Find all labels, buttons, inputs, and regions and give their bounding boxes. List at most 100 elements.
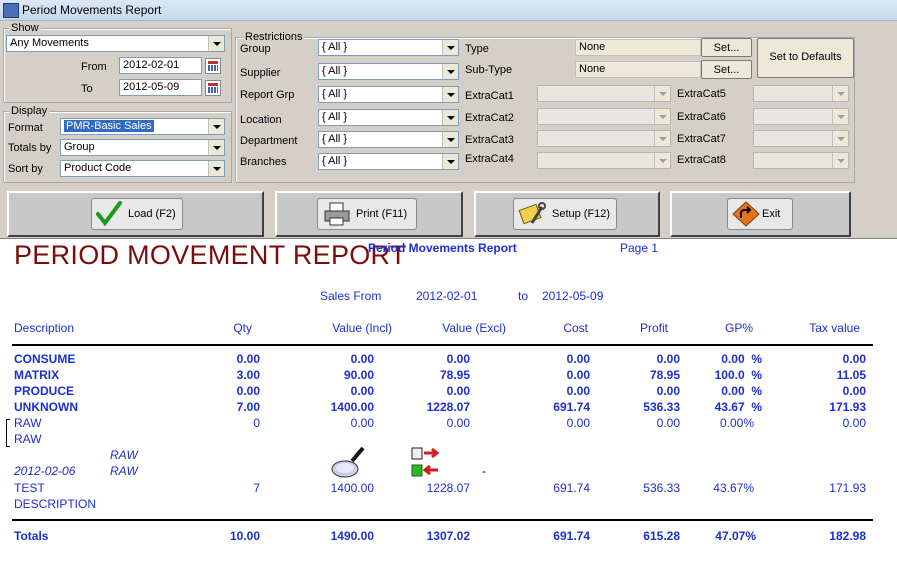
col-header-qty: Qty: [233, 321, 252, 335]
chevron-down-icon[interactable]: [832, 86, 848, 101]
group-label: Group: [240, 43, 271, 55]
transfer-arrows-icon[interactable]: [410, 446, 442, 480]
chevron-down-icon[interactable]: [208, 140, 224, 155]
to-date-field[interactable]: 2012-05-09: [119, 79, 202, 96]
chevron-down-icon[interactable]: [442, 110, 458, 125]
from-date-field[interactable]: 2012-02-01: [119, 57, 202, 74]
row-description: MATRIX: [14, 368, 60, 382]
row-gp: 0.00 %: [721, 352, 762, 366]
chevron-down-icon[interactable]: [208, 161, 224, 176]
totals-by-select[interactable]: Group: [60, 139, 225, 156]
sales-to-label: to: [518, 289, 529, 303]
extracat5-select[interactable]: [753, 85, 849, 102]
print-button[interactable]: Print (F11): [317, 198, 417, 230]
totals-gp: 47.07%: [715, 529, 756, 543]
row-value-excl: 0.00: [446, 352, 470, 366]
setup-panel: Setup (F12): [474, 191, 660, 237]
setup-button[interactable]: Setup (F12): [513, 198, 617, 230]
row-qty: 3.00: [236, 368, 260, 382]
load-button[interactable]: Load (F2): [91, 198, 183, 230]
setup-label: Setup (F12): [552, 208, 611, 220]
chevron-down-icon[interactable]: [442, 87, 458, 102]
col-header-cost: Cost: [563, 321, 588, 335]
extracat2-label: ExtraCat2: [465, 112, 514, 124]
totals-value-incl: 1490.00: [330, 529, 374, 543]
row-value-excl: 1228.07: [426, 400, 470, 414]
row-tax: 11.05: [836, 368, 866, 382]
row-value-excl: 0.00: [446, 384, 470, 398]
load-panel: Load (F2): [7, 191, 264, 237]
raw-line2: RAW: [14, 432, 42, 446]
row-gp: 100.0 %: [714, 368, 762, 382]
chevron-down-icon[interactable]: [442, 40, 458, 55]
extracat3-select[interactable]: [537, 130, 671, 147]
exit-sign-icon: [732, 201, 760, 227]
chevron-down-icon[interactable]: [654, 86, 670, 101]
type-set-button[interactable]: Set...: [701, 38, 752, 57]
extracat2-select[interactable]: [537, 108, 671, 125]
chevron-down-icon[interactable]: [654, 131, 670, 146]
chevron-down-icon[interactable]: [442, 154, 458, 169]
show-legend: Show: [9, 22, 41, 34]
sub-type-label: Sub-Type: [465, 64, 513, 76]
movement-type-select[interactable]: Any Movements: [6, 35, 225, 52]
row-gp: 0.00 %: [721, 384, 762, 398]
row-value-incl: 0.00: [350, 352, 374, 366]
extracat1-label: ExtraCat1: [465, 90, 514, 102]
location-value: { All }: [322, 111, 348, 123]
extracat6-label: ExtraCat6: [677, 111, 726, 123]
supplier-select[interactable]: { All }: [318, 63, 459, 80]
format-select[interactable]: PMR-Basic Sales: [60, 118, 225, 135]
extracat1-select[interactable]: [537, 85, 671, 102]
app-icon: [3, 3, 19, 18]
sort-by-select[interactable]: Product Code: [60, 160, 225, 177]
department-select[interactable]: { All }: [318, 131, 459, 148]
chevron-down-icon[interactable]: [654, 153, 670, 168]
col-header-gp: GP%: [724, 321, 753, 335]
magnifier-icon[interactable]: [330, 445, 366, 479]
chevron-down-icon[interactable]: [832, 109, 848, 124]
raw-bracket: [6, 419, 10, 447]
chevron-down-icon[interactable]: [208, 119, 224, 134]
setup-tools-icon: [518, 202, 546, 225]
type-field: None: [575, 39, 701, 56]
extracat4-label: ExtraCat4: [465, 153, 514, 165]
chevron-down-icon[interactable]: [832, 131, 848, 146]
totals-tax: 182.98: [829, 529, 866, 543]
sort-by-label: Sort by: [8, 163, 43, 175]
row-description: RAW: [14, 416, 42, 430]
extracat7-select[interactable]: [753, 130, 849, 147]
col-header-description: Description: [14, 321, 75, 335]
department-value: { All }: [322, 133, 348, 145]
supplier-value: { All }: [322, 65, 348, 77]
col-header-value-excl: Value (Excl): [442, 321, 506, 335]
chevron-down-icon[interactable]: [442, 64, 458, 79]
row-description: PRODUCE: [14, 384, 75, 398]
group-select[interactable]: { All }: [318, 39, 459, 56]
row-value-incl: 0.00: [350, 416, 374, 430]
branches-select[interactable]: { All }: [318, 153, 459, 170]
row-description: TEST: [14, 481, 45, 495]
extracat6-select[interactable]: [753, 108, 849, 125]
chevron-down-icon[interactable]: [654, 109, 670, 124]
chevron-down-icon[interactable]: [208, 36, 224, 51]
sales-from-date: 2012-02-01: [416, 289, 478, 303]
totals-value-excl: 1307.02: [426, 529, 470, 543]
report-grp-label: Report Grp: [240, 89, 295, 101]
row-value-incl: 1400.00: [330, 400, 374, 414]
chevron-down-icon[interactable]: [442, 132, 458, 147]
col-header-value-incl: Value (Incl): [332, 321, 392, 335]
to-calendar-icon[interactable]: [205, 80, 221, 96]
chevron-down-icon[interactable]: [832, 153, 848, 168]
sub-type-set-button[interactable]: Set...: [701, 60, 752, 79]
extracat8-select[interactable]: [753, 152, 849, 169]
row-profit: 536.33: [643, 400, 680, 414]
from-calendar-icon[interactable]: [205, 58, 221, 74]
extracat4-select[interactable]: [537, 152, 671, 169]
totals-cost: 691.74: [553, 529, 590, 543]
exit-button[interactable]: Exit: [727, 198, 793, 230]
restrictions-legend: Restrictions: [243, 31, 305, 43]
report-grp-select[interactable]: { All }: [318, 86, 459, 103]
set-to-defaults-button[interactable]: Set to Defaults: [757, 38, 854, 78]
location-select[interactable]: { All }: [318, 109, 459, 126]
